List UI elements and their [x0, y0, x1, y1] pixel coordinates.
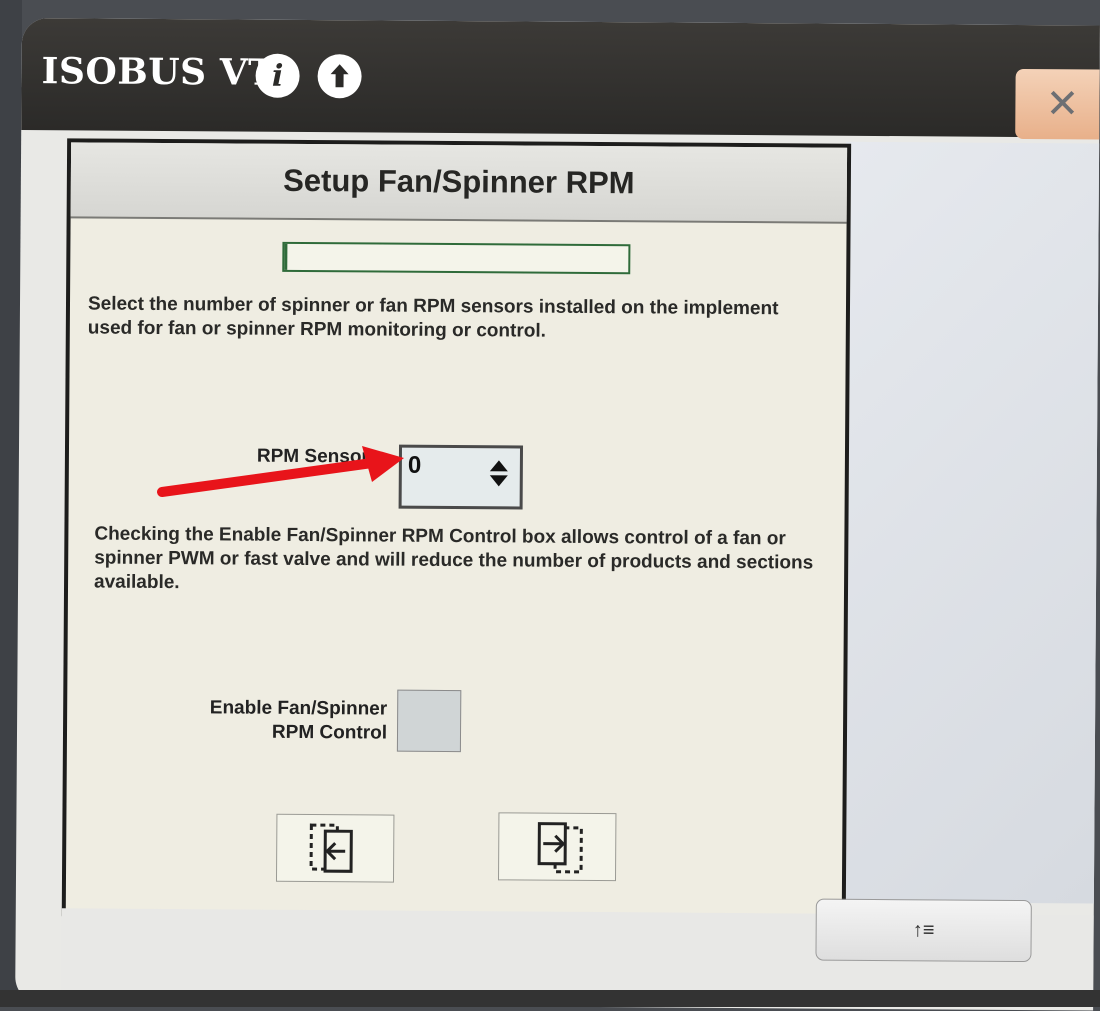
setup-dialog: Setup Fan/Spinner RPM Select the number …: [61, 138, 852, 922]
rpm-sensors-stepper[interactable]: 0: [398, 444, 524, 510]
dialog-header: Setup Fan/Spinner RPM: [70, 142, 848, 224]
right-panel: [840, 141, 1100, 904]
dialog-title: Setup Fan/Spinner RPM: [283, 162, 635, 201]
next-page-button[interactable]: [497, 812, 617, 882]
up-down-arrows-icon[interactable]: [489, 460, 510, 490]
close-button[interactable]: ✕: [1015, 68, 1100, 140]
sort-up-list-icon: ↑≡: [912, 918, 935, 941]
back-page-button[interactable]: [275, 813, 395, 883]
close-icon: ✕: [1045, 81, 1080, 128]
progress-bar: [282, 241, 631, 275]
enable-rpm-control-checkbox[interactable]: [396, 689, 462, 753]
info-icon[interactable]: i: [255, 53, 300, 98]
enable-control-label: Enable Fan/Spinner RPM Control: [209, 697, 388, 744]
vt-screen: ISOBUS VT i ✕ Setup Fan/Spinner RPM Sele…: [15, 18, 1100, 1011]
back-page-icon: [309, 823, 353, 873]
rpm-sensors-value: 0: [407, 451, 422, 479]
sort-button[interactable]: ↑≡: [815, 898, 1032, 963]
rpm-sensors-label: RPM Sensors: [256, 445, 380, 468]
next-page-icon: [537, 822, 583, 874]
progress-fill: [284, 243, 288, 270]
upload-icon[interactable]: [317, 54, 362, 99]
app-title: ISOBUS VT: [41, 50, 276, 94]
control-note-text: Checking the Enable Fan/Spinner RPM Cont…: [93, 523, 814, 593]
title-bar: ISOBUS VT i ✕: [21, 18, 1100, 140]
instruction-text: Select the number of spinner or fan RPM …: [87, 293, 779, 342]
bezel-bottom: [0, 990, 1100, 1007]
